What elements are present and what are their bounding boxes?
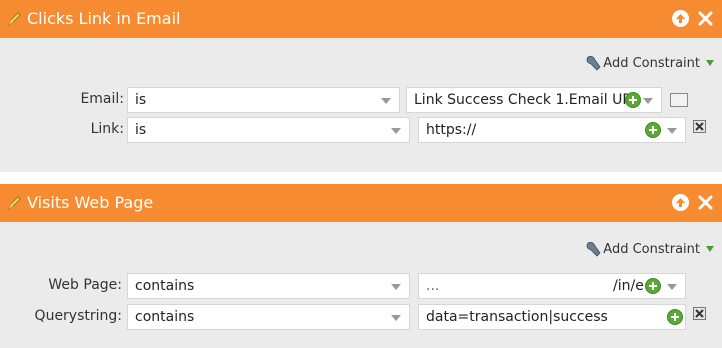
chevron-down-icon (706, 60, 714, 66)
pencil-icon (7, 196, 21, 211)
remove-icon[interactable] (693, 307, 706, 320)
add-constraint-label: Add Constraint (603, 241, 700, 257)
querystring-label: Querystring: (34, 308, 122, 324)
add-constraint-button[interactable]: Add Constraint (585, 55, 714, 71)
email-value-select[interactable]: Link Success Check 1.Email URL (406, 87, 662, 113)
chevron-down-icon (706, 246, 714, 252)
chevron-down-icon (667, 128, 677, 134)
web-page-label: Web Page: (48, 277, 122, 293)
arrow-up-icon (676, 14, 685, 23)
close-icon[interactable] (697, 194, 714, 211)
link-label: Link: (90, 121, 124, 137)
plus-icon[interactable] (645, 278, 661, 294)
remove-icon[interactable] (693, 120, 706, 133)
plus-icon[interactable] (645, 122, 661, 138)
panel-header: Clicks Link in Email (0, 0, 722, 38)
chevron-down-icon (643, 98, 653, 104)
web-page-operator-select[interactable]: contains (127, 273, 410, 299)
arrow-up-icon (676, 198, 685, 207)
web-page-value-input[interactable]: ... /in/e (418, 273, 686, 299)
panel-divider (0, 172, 722, 184)
chevron-down-icon (391, 284, 401, 290)
chevron-down-icon (391, 128, 401, 134)
filter-panel-clicks-link: Clicks Link in Email Add Constraint Emai… (0, 0, 722, 172)
link-value-input[interactable]: https:// (418, 117, 686, 143)
move-up-button[interactable] (672, 194, 689, 211)
email-label: Email: (80, 91, 124, 107)
plus-icon[interactable] (625, 92, 641, 108)
link-operator-select[interactable]: is (127, 117, 410, 143)
querystring-value-input[interactable]: data=transaction|success (418, 304, 686, 330)
panel-title: Visits Web Page (27, 193, 154, 212)
chevron-down-icon (667, 284, 677, 290)
plus-icon[interactable] (667, 309, 683, 325)
chevron-down-icon (381, 98, 391, 104)
pencil-icon (7, 12, 21, 27)
lookup-icon[interactable] (670, 93, 688, 107)
panel-title: Clicks Link in Email (27, 9, 181, 28)
chevron-down-icon (391, 315, 401, 321)
querystring-operator-select[interactable]: contains (127, 304, 410, 330)
email-operator-select[interactable]: is (127, 87, 400, 113)
close-icon[interactable] (697, 10, 714, 27)
wrench-icon (586, 56, 601, 71)
add-constraint-label: Add Constraint (603, 55, 700, 71)
move-up-button[interactable] (672, 10, 689, 27)
wrench-icon (586, 242, 601, 257)
filter-panel-visits-web-page: Visits Web Page Add Constraint Web Page:… (0, 184, 722, 348)
add-constraint-button[interactable]: Add Constraint (585, 241, 714, 257)
panel-header: Visits Web Page (0, 184, 722, 222)
